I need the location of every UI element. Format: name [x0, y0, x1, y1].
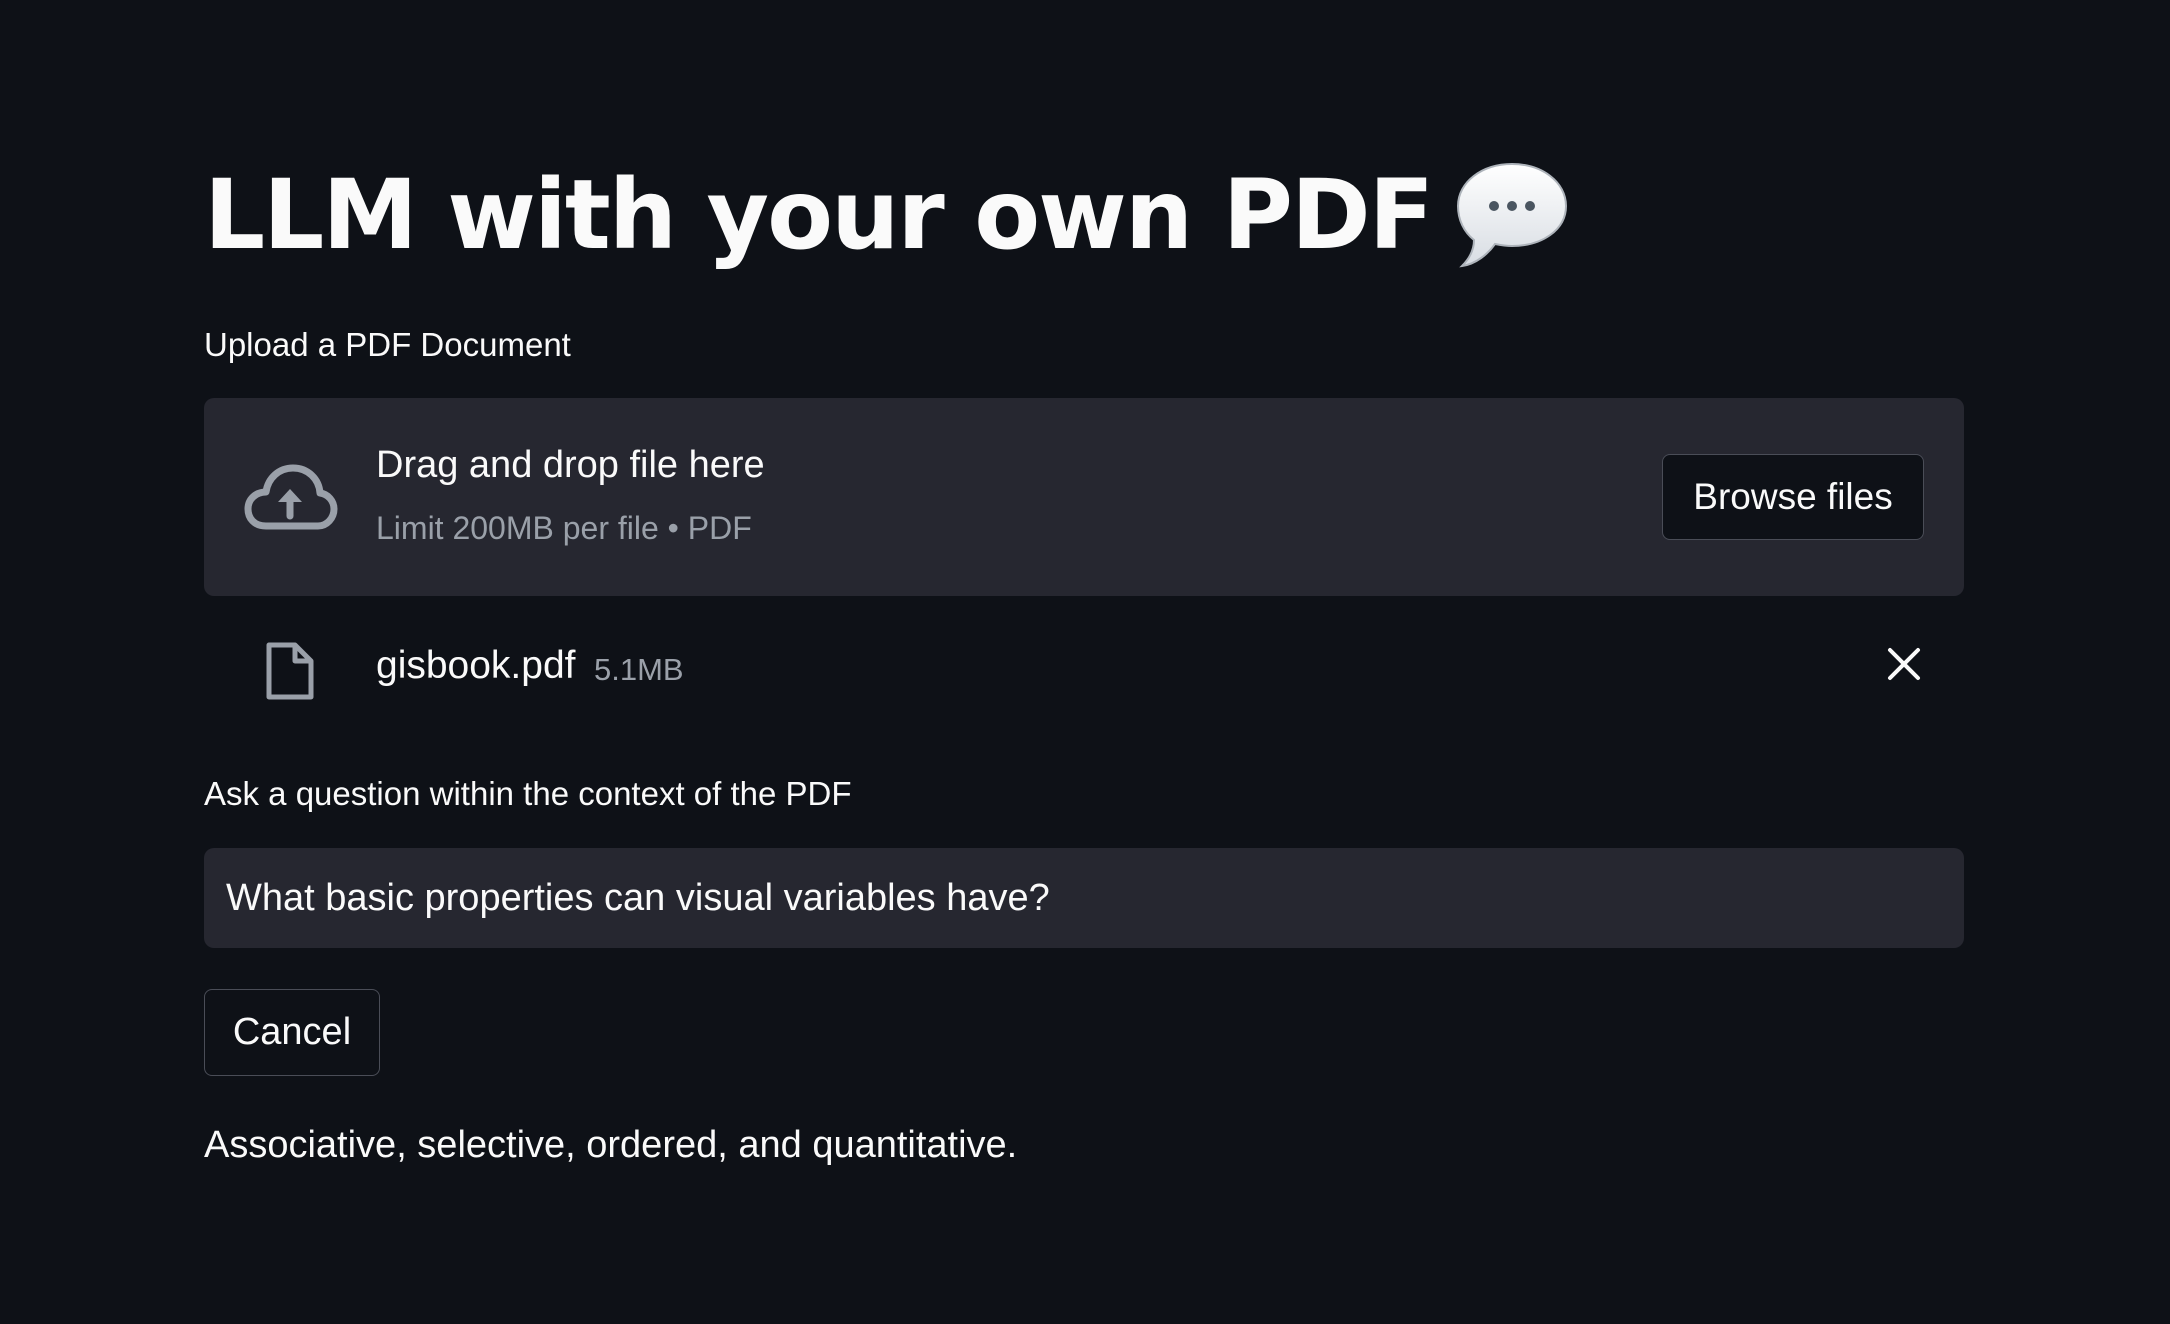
cloud-upload-icon: [242, 460, 338, 534]
dropzone-instructions: Drag and drop file here: [376, 444, 765, 486]
uploaded-file-row: gisbook.pdf 5.1MB: [204, 630, 1964, 714]
uploaded-file-size: 5.1MB: [594, 652, 684, 687]
title-row: LLM with your own PDF: [204, 150, 1570, 280]
answer-text: Associative, selective, ordered, and qua…: [204, 1124, 1018, 1166]
file-icon: [264, 640, 316, 702]
uploaded-file-name: gisbook.pdf: [376, 644, 576, 687]
question-label: Ask a question within the context of the…: [204, 775, 852, 812]
browse-files-button[interactable]: Browse files: [1662, 454, 1924, 540]
upload-label: Upload a PDF Document: [204, 326, 571, 363]
close-icon: [1888, 648, 1920, 680]
page-title: LLM with your own PDF: [204, 159, 1434, 271]
speech-balloon-icon: [1454, 160, 1570, 270]
question-input[interactable]: [204, 848, 1964, 948]
file-dropzone[interactable]: Drag and drop file here Limit 200MB per …: [204, 398, 1964, 596]
remove-file-button[interactable]: [1880, 640, 1928, 688]
dropzone-limit: Limit 200MB per file • PDF: [376, 510, 752, 546]
cancel-button[interactable]: Cancel: [204, 989, 380, 1076]
app-page: LLM with your own PDF Upload a PDF Docum…: [0, 0, 2170, 1324]
